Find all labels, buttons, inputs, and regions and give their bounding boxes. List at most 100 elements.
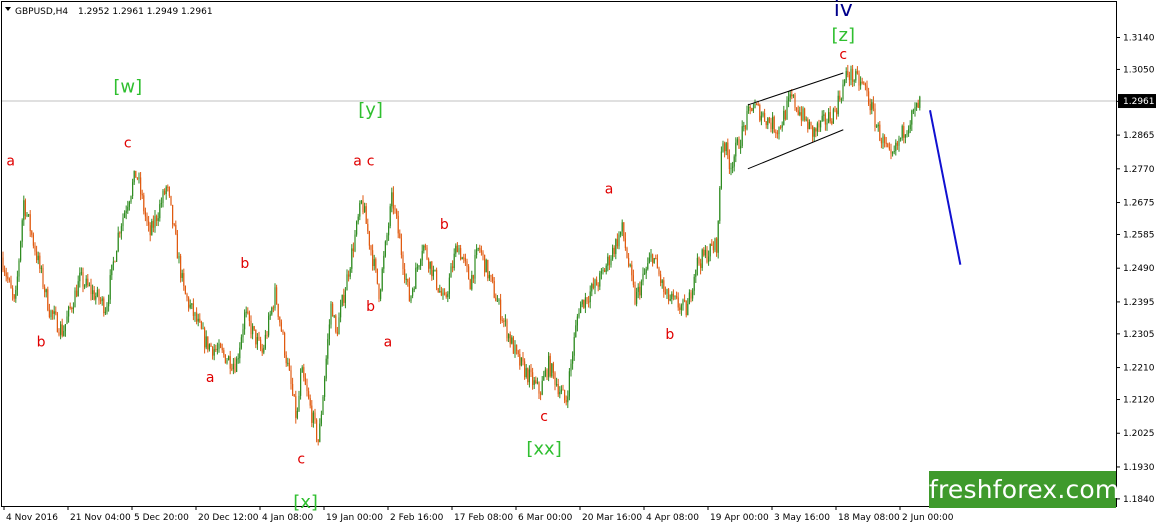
candle [700, 258, 702, 275]
candle [106, 302, 108, 315]
candle [196, 307, 198, 325]
candle [720, 146, 722, 190]
candle-body [564, 389, 566, 401]
candle-body [620, 231, 622, 235]
candle-body [776, 132, 778, 135]
candle [834, 106, 836, 113]
candle [148, 215, 150, 232]
candle [613, 245, 615, 258]
candle [84, 284, 86, 290]
candle-body [351, 248, 353, 269]
candle [474, 249, 476, 284]
candle-body [621, 222, 623, 232]
candle-body [325, 358, 327, 379]
candle [845, 67, 847, 84]
time-axis[interactable]: 4 Nov 2016 21 Nov 04:00 5 Dec 20:00 20 Dec … [3, 506, 954, 523]
candle-body [237, 358, 239, 360]
time-tick-label-5: 19 Jan 00:00 [326, 513, 383, 523]
time-tick-label-12: 3 May 16:00 [774, 513, 830, 523]
candle-body [911, 110, 913, 125]
candle-body [256, 337, 258, 345]
candle-body [186, 294, 188, 298]
candle-body [845, 71, 847, 81]
candle [655, 254, 657, 260]
candle [400, 233, 402, 259]
candle-body [146, 216, 148, 222]
price-tick-label-1: 1.3050 [1123, 65, 1155, 75]
candle-body [872, 102, 874, 109]
candle-body [192, 303, 194, 316]
candle [631, 260, 633, 282]
candle [498, 298, 500, 305]
candle [605, 263, 607, 275]
candle-body [656, 258, 658, 269]
price-chart[interactable]: abc[w]abc[x]a[y]cbabc[xx]abc[z]iv 1.3140… [0, 0, 1157, 527]
candle-body [869, 104, 871, 111]
candle-body [832, 109, 834, 124]
candle-body [746, 110, 748, 130]
candle-body [336, 331, 338, 335]
candle [880, 137, 882, 149]
candle [792, 94, 794, 99]
candle-body [815, 128, 817, 132]
candle-body [348, 274, 350, 277]
candle-body [173, 224, 175, 226]
candle [853, 79, 855, 87]
price-axis[interactable]: 1.31401.30501.29601.28651.27701.26751.25… [1116, 33, 1156, 505]
candle [298, 390, 300, 413]
wave-label-7: [x] [293, 492, 318, 513]
candle-body [295, 396, 297, 418]
candle [573, 332, 575, 361]
candle [232, 358, 234, 375]
candle-body [789, 94, 791, 98]
candle [847, 64, 849, 78]
candle-body [592, 283, 594, 288]
candle-body [543, 376, 545, 381]
time-tick-label-9: 20 Mar 16:00 [582, 513, 642, 523]
candle-body [279, 316, 281, 323]
candle-body [916, 102, 918, 108]
candle-body [500, 299, 502, 320]
candle-body [223, 350, 225, 355]
candle-body [181, 273, 183, 278]
candle-body [4, 270, 6, 273]
candle [104, 307, 106, 316]
candle [688, 289, 690, 305]
candle-body [516, 344, 518, 351]
price-tick-label-4: 1.2770 [1123, 165, 1155, 175]
candle [512, 335, 514, 354]
candle-body [280, 322, 282, 332]
candle-body [908, 129, 910, 134]
candle [759, 103, 761, 123]
candle-body [188, 297, 190, 308]
candle [672, 289, 674, 301]
candle [80, 267, 82, 276]
candle [440, 286, 442, 297]
candle-body [156, 216, 158, 221]
candle-body [271, 307, 273, 315]
candle-body [455, 245, 457, 254]
candle [906, 130, 908, 138]
candle-body [829, 112, 831, 122]
candle-body [136, 177, 138, 179]
candle [543, 370, 545, 381]
candle-body [839, 95, 841, 100]
candle-body [807, 119, 809, 130]
candle-body [159, 204, 161, 219]
candle [13, 293, 15, 302]
wave-label-8: a [353, 153, 362, 169]
candle [239, 342, 241, 364]
candle [687, 298, 689, 316]
candle [842, 79, 844, 102]
candle [45, 288, 47, 298]
candle [183, 268, 185, 291]
candle-body [781, 125, 783, 128]
candle [402, 251, 404, 276]
candle-body [77, 281, 79, 297]
candle-body [837, 95, 839, 115]
candle-body [784, 110, 786, 120]
candle-body [804, 108, 806, 121]
candle-body [629, 264, 631, 266]
candle-body [616, 239, 618, 247]
candle [760, 111, 762, 126]
